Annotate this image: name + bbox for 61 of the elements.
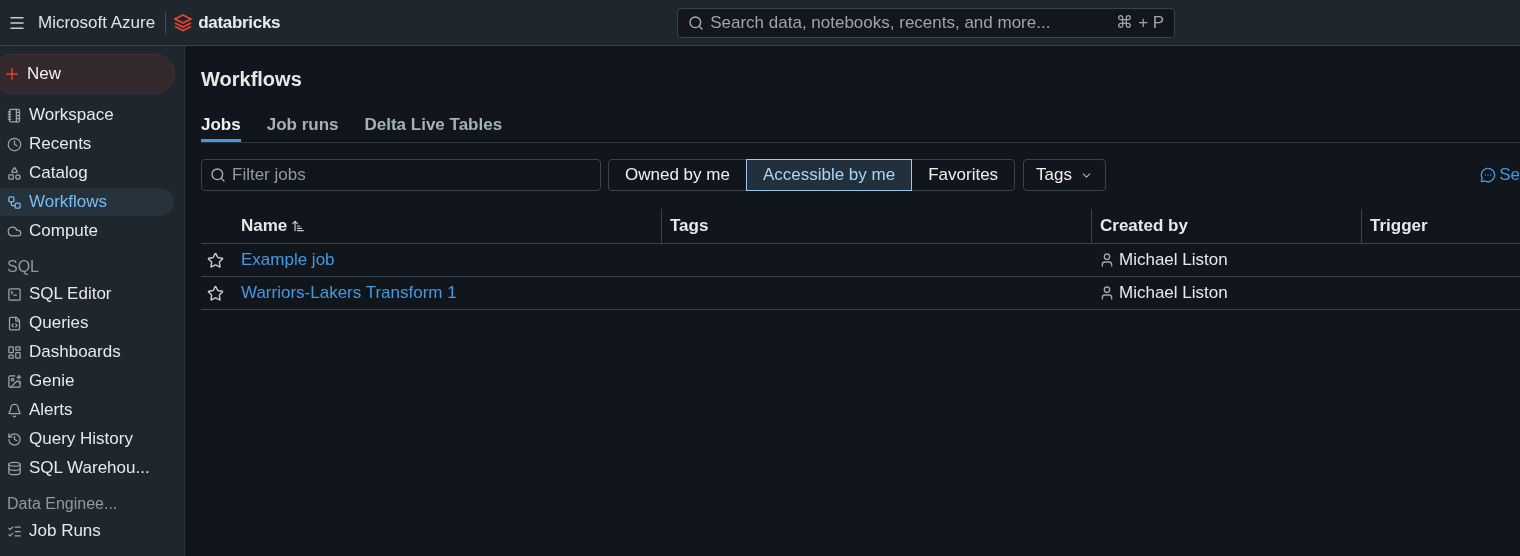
column-header[interactable]: Created by — [1100, 216, 1188, 236]
tags-dropdown[interactable]: Tags — [1023, 159, 1106, 191]
shapes-icon — [7, 165, 22, 181]
sidebar-item[interactable]: SQL Warehou... — [0, 454, 174, 482]
sidebar-item[interactable]: SQL Editor — [0, 280, 174, 308]
sort-icon[interactable] — [291, 219, 306, 233]
sidebar-item[interactable]: Alerts — [0, 396, 174, 424]
list-icon — [7, 523, 22, 539]
bell-icon — [7, 402, 22, 418]
brand-name: Microsoft Azure — [26, 11, 167, 34]
sidebar-item[interactable]: Genie — [0, 367, 174, 395]
sidebar-item[interactable]: Workflows — [0, 188, 174, 216]
table-cell: Michael Liston — [1119, 283, 1228, 303]
job-link[interactable]: Example job — [241, 250, 335, 270]
column-header[interactable]: Name — [241, 216, 288, 236]
dashboard-icon — [7, 344, 22, 360]
feedback-link[interactable]: Se — [1480, 165, 1520, 185]
database-icon — [7, 460, 22, 476]
sidebar-item[interactable]: Job Runs — [0, 517, 174, 545]
job-link[interactable]: Warriors-Lakers Transform 1 — [241, 283, 457, 303]
star-icon[interactable] — [207, 284, 224, 302]
sidebar-item[interactable]: Compute — [0, 217, 174, 245]
search-field[interactable]: Search data, notebooks, recents, and more... ⌘ + P — [677, 7, 1176, 38]
scope-toggle[interactable]: Accessible by me — [745, 159, 913, 191]
history-icon — [7, 431, 22, 447]
clock-icon — [7, 136, 22, 152]
image-plus-icon — [7, 373, 22, 389]
section-title: Data Enginee... — [6, 494, 119, 514]
search-icon — [210, 167, 226, 183]
sidebar-item[interactable]: Workspace — [0, 101, 174, 129]
column-header[interactable]: Trigger — [1370, 216, 1428, 236]
sidebar-item[interactable]: Catalog — [0, 159, 174, 187]
filter-field[interactable]: Filter jobs — [201, 159, 601, 191]
stack-logo-icon — [174, 13, 193, 32]
page-title: Workflows — [201, 68, 302, 91]
tab[interactable]: Jobs — [201, 115, 241, 142]
notebook-icon — [7, 107, 22, 123]
user-icon — [1099, 285, 1115, 301]
table-cell: Michael Liston — [1119, 250, 1228, 270]
star-icon[interactable] — [207, 251, 224, 269]
sidebar-item[interactable]: Recents — [0, 130, 174, 158]
cloud-icon — [7, 223, 22, 239]
column-header[interactable]: Tags — [670, 216, 709, 236]
chat-bubble-icon — [1480, 167, 1497, 183]
shortcut-hint: ⌘ + P — [1116, 12, 1165, 33]
sidebar-item[interactable]: Query History — [0, 425, 174, 453]
scope-toggle[interactable]: Favorites — [911, 159, 1016, 191]
file-code-icon — [7, 315, 22, 331]
section-title: SQL — [6, 257, 40, 277]
user-icon — [1099, 252, 1115, 268]
tab[interactable]: Delta Live Tables — [364, 115, 503, 142]
workflow-icon — [7, 194, 22, 210]
scope-toggle[interactable]: Owned by me — [608, 159, 747, 191]
search-icon — [688, 14, 705, 31]
sidebar-item[interactable]: Dashboards — [0, 338, 174, 366]
product-name: databricks — [198, 12, 281, 33]
new-button[interactable]: New — [0, 54, 175, 94]
sidebar-item[interactable]: Queries — [0, 309, 174, 337]
terminal-icon — [7, 286, 22, 302]
tab[interactable]: Job runs — [266, 115, 339, 142]
plus-icon — [3, 65, 21, 83]
